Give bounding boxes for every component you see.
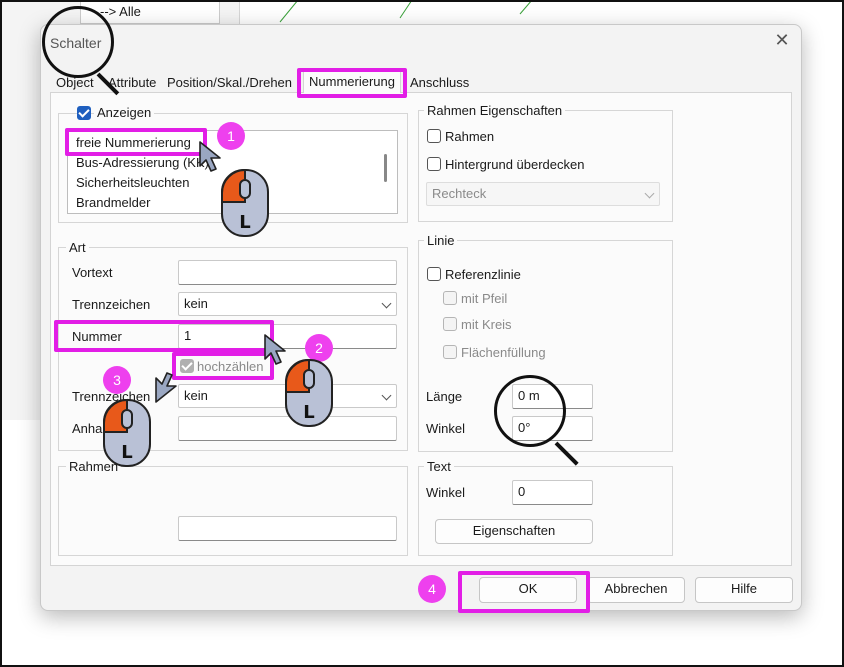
screenshot-border	[0, 0, 844, 667]
